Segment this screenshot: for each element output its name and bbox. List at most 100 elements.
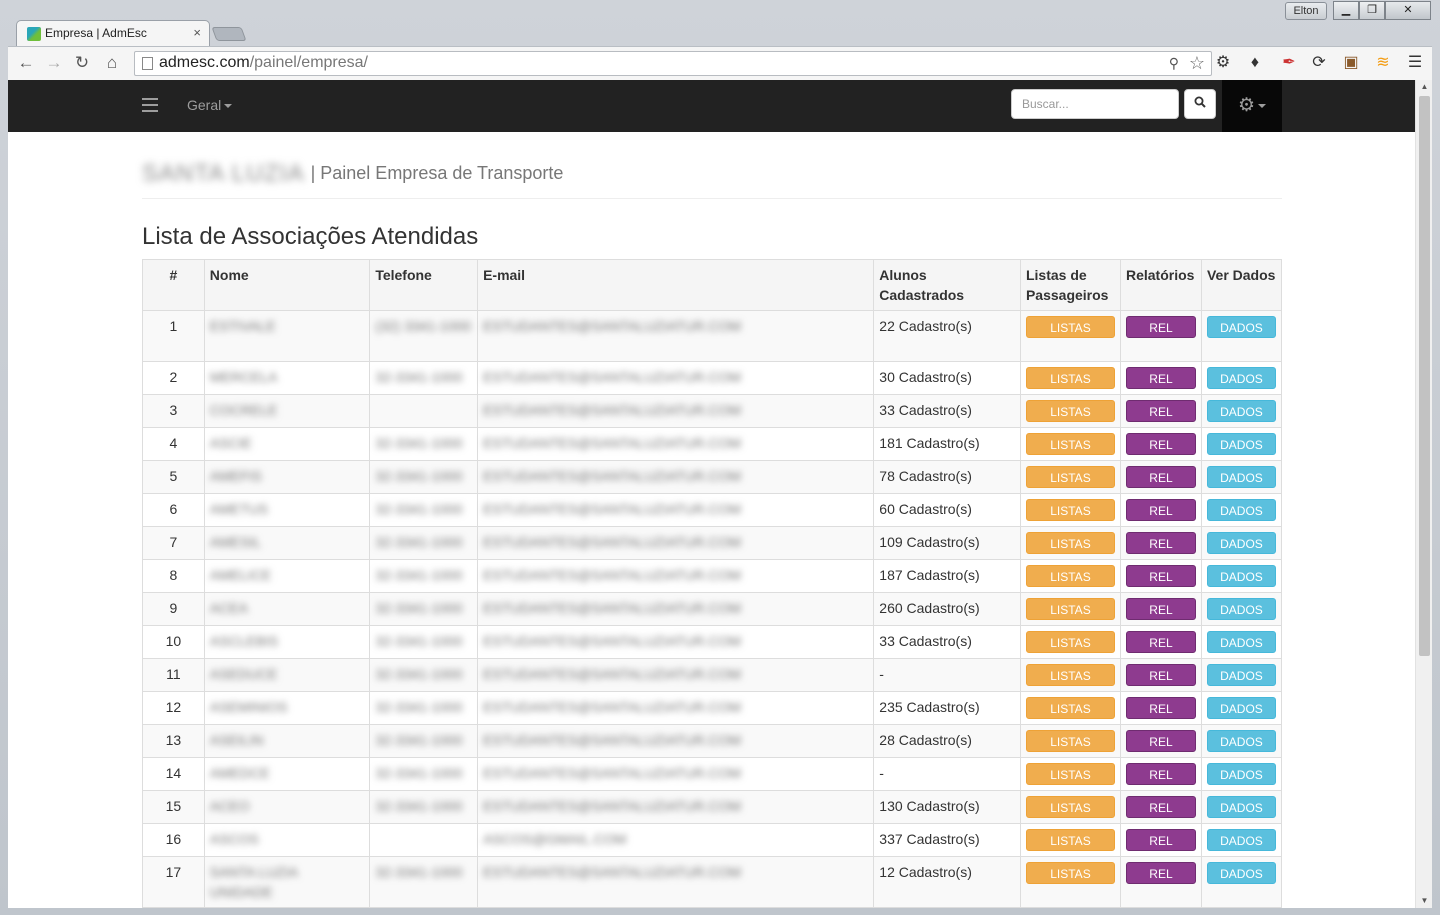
bookmark-star-icon[interactable]: ☆ [1189,53,1205,74]
cell-alunos: 260 Cadastro(s) [873,592,1021,626]
dados-button[interactable]: DADOS [1206,565,1276,587]
tab-close-icon[interactable]: × [193,25,201,40]
dados-button[interactable]: DADOS [1206,697,1276,719]
key-icon[interactable]: ⚲ [1169,55,1179,72]
dados-button[interactable]: DADOS [1206,466,1276,488]
extension-pen-icon[interactable]: ✒ [1279,53,1299,73]
rel-button[interactable]: REL [1125,862,1196,884]
listas-button[interactable]: LISTAS [1025,763,1115,785]
cell-email-text: ESTUDANTES@SANTALUZIATUR.COM [483,501,741,517]
rel-button[interactable]: REL [1125,763,1196,785]
table-row: 8 AMELICE 32-3341-1000 ESTUDANTES@SANTALUZI… [142,559,1283,593]
cell-rel-button: REL [1119,460,1202,494]
dados-button[interactable]: DADOS [1206,730,1276,752]
cell-telefone: 32-3341-1000 [369,658,479,692]
listas-button[interactable]: LISTAS [1025,862,1115,884]
vertical-scrollbar[interactable]: ▲ ▼ [1415,80,1432,908]
listas-button[interactable]: LISTAS [1025,466,1115,488]
dados-button[interactable]: DADOS [1206,829,1276,851]
back-arrow-icon[interactable]: ← [16,53,36,73]
rel-button[interactable]: REL [1125,664,1196,686]
table-row: 4 ASCIE 32-3341-1000 ESTUDANTES@SANTALUZIAT… [142,427,1283,461]
dados-button[interactable]: DADOS [1206,400,1276,422]
close-window-button[interactable]: ✕ [1385,1,1431,20]
listas-button[interactable]: LISTAS [1025,697,1115,719]
rel-button[interactable]: REL [1125,730,1196,752]
cell-email-text: ESTUDANTES@SANTALUZIATUR.COM [483,534,741,550]
cell-alunos-text: 33 Cadastro(s) [879,633,972,649]
dados-button[interactable]: DADOS [1206,664,1276,686]
listas-button[interactable]: LISTAS [1025,400,1115,422]
dados-button[interactable]: DADOS [1206,532,1276,554]
rel-button[interactable]: REL [1125,532,1196,554]
cell-telefone: (32) 3341-1000 [369,310,479,362]
dados-button[interactable]: DADOS [1206,316,1276,338]
extension-sync-icon[interactable]: ⟳ [1309,53,1329,73]
rss-icon[interactable]: ≋ [1373,53,1393,73]
forward-arrow-icon[interactable]: → [44,53,64,73]
browser-tab[interactable]: Empresa | AdmEsc × [16,20,210,46]
listas-button[interactable]: LISTAS [1025,433,1115,455]
rel-button[interactable]: REL [1125,367,1196,389]
new-tab-button[interactable] [211,27,247,41]
rel-button[interactable]: REL [1125,697,1196,719]
rel-button[interactable]: REL [1125,466,1196,488]
listas-button[interactable]: LISTAS [1025,499,1115,521]
listas-button[interactable]: LISTAS [1025,598,1115,620]
listas-button[interactable]: LISTAS [1025,829,1115,851]
address-bar[interactable]: admesc.com/painel/empresa/ ⚲ ☆ [134,51,1212,76]
listas-button[interactable]: LISTAS [1025,730,1115,752]
hamburger-icon[interactable] [142,98,158,112]
rel-button[interactable]: REL [1125,400,1196,422]
rel-button[interactable]: REL [1125,631,1196,653]
cell-number-text: 17 [165,864,182,880]
cell-email: ESTUDANTES@SANTALUZIATUR.COM [477,625,875,659]
listas-button[interactable]: LISTAS [1025,532,1115,554]
menu-icon[interactable]: ☰ [1405,53,1425,73]
search-button[interactable] [1184,89,1216,119]
dados-button[interactable]: DADOS [1206,433,1276,455]
reload-icon[interactable]: ↻ [72,53,92,73]
cell-email-text: ESTUDANTES@SANTALUZIATUR.COM [483,468,741,484]
maximize-button[interactable]: ❐ [1359,1,1385,20]
extension-gear-icon[interactable]: ⚙ [1213,53,1233,73]
rel-button[interactable]: REL [1125,598,1196,620]
rel-button[interactable]: REL [1125,499,1196,521]
listas-button[interactable]: LISTAS [1025,565,1115,587]
search-input[interactable] [1011,89,1179,119]
listas-button[interactable]: LISTAS [1025,367,1115,389]
rel-button[interactable]: REL [1125,565,1196,587]
home-icon[interactable]: ⌂ [102,53,122,73]
rel-button[interactable]: REL [1125,796,1196,818]
listas-button[interactable]: LISTAS [1025,631,1115,653]
table-row: 3 COCRELE ESTUDANTES@SANTALUZIATUR.COM 33 C… [142,394,1283,428]
rel-button[interactable]: REL [1125,433,1196,455]
settings-dropdown[interactable]: ⚙ [1222,80,1282,132]
cell-telefone-text: 32-3341-1000 [375,501,463,517]
scroll-down-icon[interactable]: ▼ [1416,894,1432,908]
dados-button[interactable]: DADOS [1206,763,1276,785]
dados-button[interactable]: DADOS [1206,862,1276,884]
profile-badge[interactable]: Elton [1285,2,1327,20]
listas-button[interactable]: LISTAS [1025,796,1115,818]
nav-geral-dropdown[interactable]: Geral [187,97,233,113]
cell-email-text: ESTUDANTES@SANTALUZIATUR.COM [483,402,741,418]
cell-nome: MERCELA [203,361,371,395]
dados-button[interactable]: DADOS [1206,499,1276,521]
dados-button[interactable]: DADOS [1206,598,1276,620]
dados-button[interactable]: DADOS [1206,631,1276,653]
extension-puzzle-icon[interactable]: ♦ [1245,53,1265,73]
minimize-button[interactable]: ▁ [1333,1,1359,20]
dados-button[interactable]: DADOS [1206,796,1276,818]
dados-button[interactable]: DADOS [1206,367,1276,389]
scroll-up-icon[interactable]: ▲ [1416,80,1432,94]
listas-button[interactable]: LISTAS [1025,664,1115,686]
extension-camera-icon[interactable]: ▣ [1341,53,1361,73]
listas-button[interactable]: LISTAS [1025,316,1115,338]
rel-button[interactable]: REL [1125,316,1196,338]
cell-email: ESTUDANTES@SANTALUZIATUR.COM [477,592,875,626]
rel-button[interactable]: REL [1125,829,1196,851]
cell-listas-button: LISTAS [1019,691,1121,725]
scrollbar-thumb[interactable] [1419,96,1430,656]
table-row: 5 AMEFIS 32-3341-1000 ESTUDANTES@SANTALUZIA… [142,460,1283,494]
